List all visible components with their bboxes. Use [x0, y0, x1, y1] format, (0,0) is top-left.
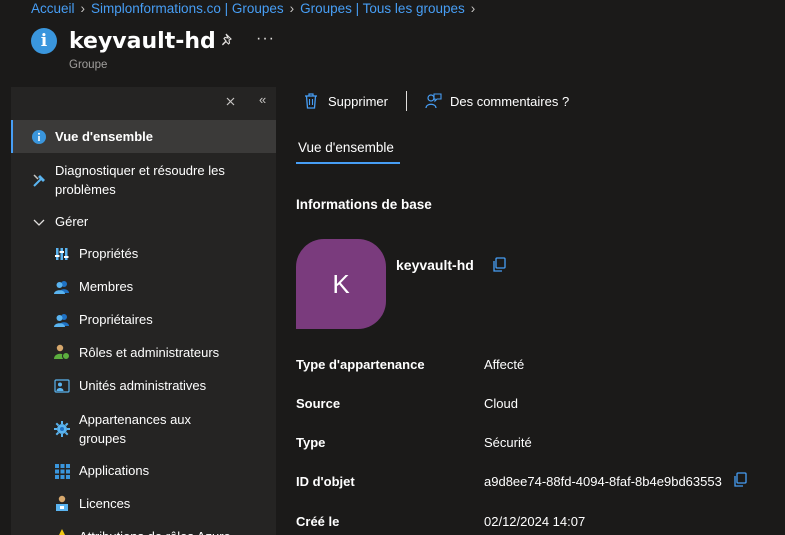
- breadcrumb-home[interactable]: Accueil: [31, 1, 75, 16]
- group-info-icon: i: [31, 28, 57, 54]
- chevron-down-icon: [31, 214, 47, 230]
- page-title: keyvault-hd: [69, 29, 216, 54]
- breadcrumb-groups[interactable]: Simplonformations.co | Groupes: [91, 1, 284, 16]
- feedback-button[interactable]: Des commentaires ?: [425, 93, 569, 109]
- property-value-source: Cloud: [484, 396, 518, 411]
- property-value-created: 02/12/2024 14:07: [484, 514, 586, 529]
- wrench-icon: [31, 172, 47, 188]
- sidebar-item-label: Propriétaires: [79, 312, 153, 327]
- sidebar-item-label-line2: problèmes: [55, 182, 116, 197]
- property-value-membership-type: Affecté: [484, 357, 525, 372]
- tab-overview[interactable]: Vue d'ensemble: [298, 140, 394, 155]
- sidebar-item-roles[interactable]: Rôles et administrateurs: [11, 343, 276, 363]
- properties-icon: [54, 246, 70, 262]
- azure-roles-icon: [54, 528, 70, 535]
- members-icon: [54, 279, 70, 295]
- delete-button-label: Supprimer: [328, 93, 388, 109]
- licenses-icon: [54, 495, 70, 511]
- group-avatar: K: [296, 239, 386, 329]
- copy-name-icon[interactable]: [492, 257, 506, 275]
- sidebar-item-members[interactable]: Membres: [11, 277, 276, 297]
- title-icon-wrapper: i: [31, 28, 57, 54]
- sidebar-item-label: Applications: [79, 463, 150, 478]
- sidebar-item-label: Licences: [79, 496, 131, 511]
- pin-icon[interactable]: [221, 33, 235, 50]
- property-value-object-id: a9d8ee74-88fd-4094-8faf-8b4e9bd63553: [484, 474, 722, 489]
- sidebar-item-label: Appartenances aux: [79, 412, 192, 427]
- sidebar-item-label: Attributions de rôles Azure: [79, 527, 231, 535]
- trash-icon: [304, 93, 318, 109]
- property-value-type: Sécurité: [484, 435, 532, 450]
- page-subtitle: Groupe: [69, 59, 108, 71]
- sidebar-item-label: Gérer: [55, 214, 89, 229]
- sidebar-item-applications[interactable]: Applications: [11, 461, 276, 481]
- sidebar-item-label: Rôles et administrateurs: [79, 345, 220, 360]
- admin-units-icon: [54, 378, 70, 394]
- sidebar-item-label: Propriétés: [79, 246, 139, 261]
- sidebar-item-licenses[interactable]: Licences: [11, 494, 276, 514]
- chevron-right-icon: ›: [470, 1, 476, 16]
- property-label-object-id: ID d'objet: [296, 474, 355, 489]
- applications-icon: [54, 463, 70, 479]
- sidebar-item-label: Unités administratives: [79, 378, 207, 393]
- sidebar-item-admin-units[interactable]: Unités administratives: [11, 376, 276, 396]
- property-label-type: Type: [296, 435, 326, 450]
- sidebar-item-properties[interactable]: Propriétés: [11, 244, 276, 264]
- info-icon: [31, 129, 47, 145]
- sidebar-item-diagnose[interactable]: Diagnostiquer et résoudre les problèmes: [11, 160, 276, 200]
- sidebar-item-owners[interactable]: Propriétaires: [11, 310, 276, 330]
- feedback-icon: [425, 93, 442, 109]
- sidebar-item-group-memberships[interactable]: Appartenances aux groupes: [11, 409, 276, 449]
- owners-icon: [54, 312, 70, 328]
- sidebar-item-label-line2: groupes: [79, 431, 126, 446]
- collapse-sidebar-icon[interactable]: «: [259, 92, 266, 107]
- toolbar-divider: [405, 91, 407, 111]
- sidebar: « Vue d'ensemble Diagnostiquer et résoud…: [11, 87, 276, 535]
- entity-name: keyvault-hd: [396, 257, 474, 273]
- property-label-created: Créé le: [296, 514, 340, 529]
- chevron-right-icon: ›: [80, 1, 86, 16]
- breadcrumb: Accueil › Simplonformations.co | Groupes › G…: [31, 1, 481, 16]
- sidebar-group-manage[interactable]: Gérer: [11, 212, 276, 232]
- property-label-membership-type: Type d'appartenance: [296, 357, 425, 372]
- command-bar: Supprimer Des commentaires ?: [296, 87, 569, 115]
- sidebar-item-azure-roles[interactable]: Attributions de rôles Azure: [11, 527, 276, 535]
- feedback-button-label: Des commentaires ?: [449, 93, 570, 109]
- close-search-icon[interactable]: [226, 94, 235, 109]
- sidebar-item-label: Vue d'ensemble: [55, 129, 153, 144]
- delete-button[interactable]: Supprimer: [296, 93, 388, 109]
- group-memberships-icon: [54, 421, 70, 437]
- roles-icon: [54, 344, 70, 360]
- section-title: Informations de base: [296, 197, 432, 212]
- property-label-source: Source: [296, 396, 341, 411]
- sidebar-item-label: Membres: [79, 279, 134, 294]
- copy-object-id-icon[interactable]: [733, 472, 747, 490]
- sidebar-item-overview[interactable]: Vue d'ensemble: [11, 120, 276, 153]
- chevron-right-icon: ›: [289, 1, 295, 16]
- more-options-icon[interactable]: ···: [256, 30, 275, 48]
- sidebar-item-label: Diagnostiquer et résoudre les: [55, 163, 225, 178]
- breadcrumb-all-groups[interactable]: Groupes | Tous les groupes: [300, 1, 465, 16]
- active-tab-indicator: [296, 162, 400, 164]
